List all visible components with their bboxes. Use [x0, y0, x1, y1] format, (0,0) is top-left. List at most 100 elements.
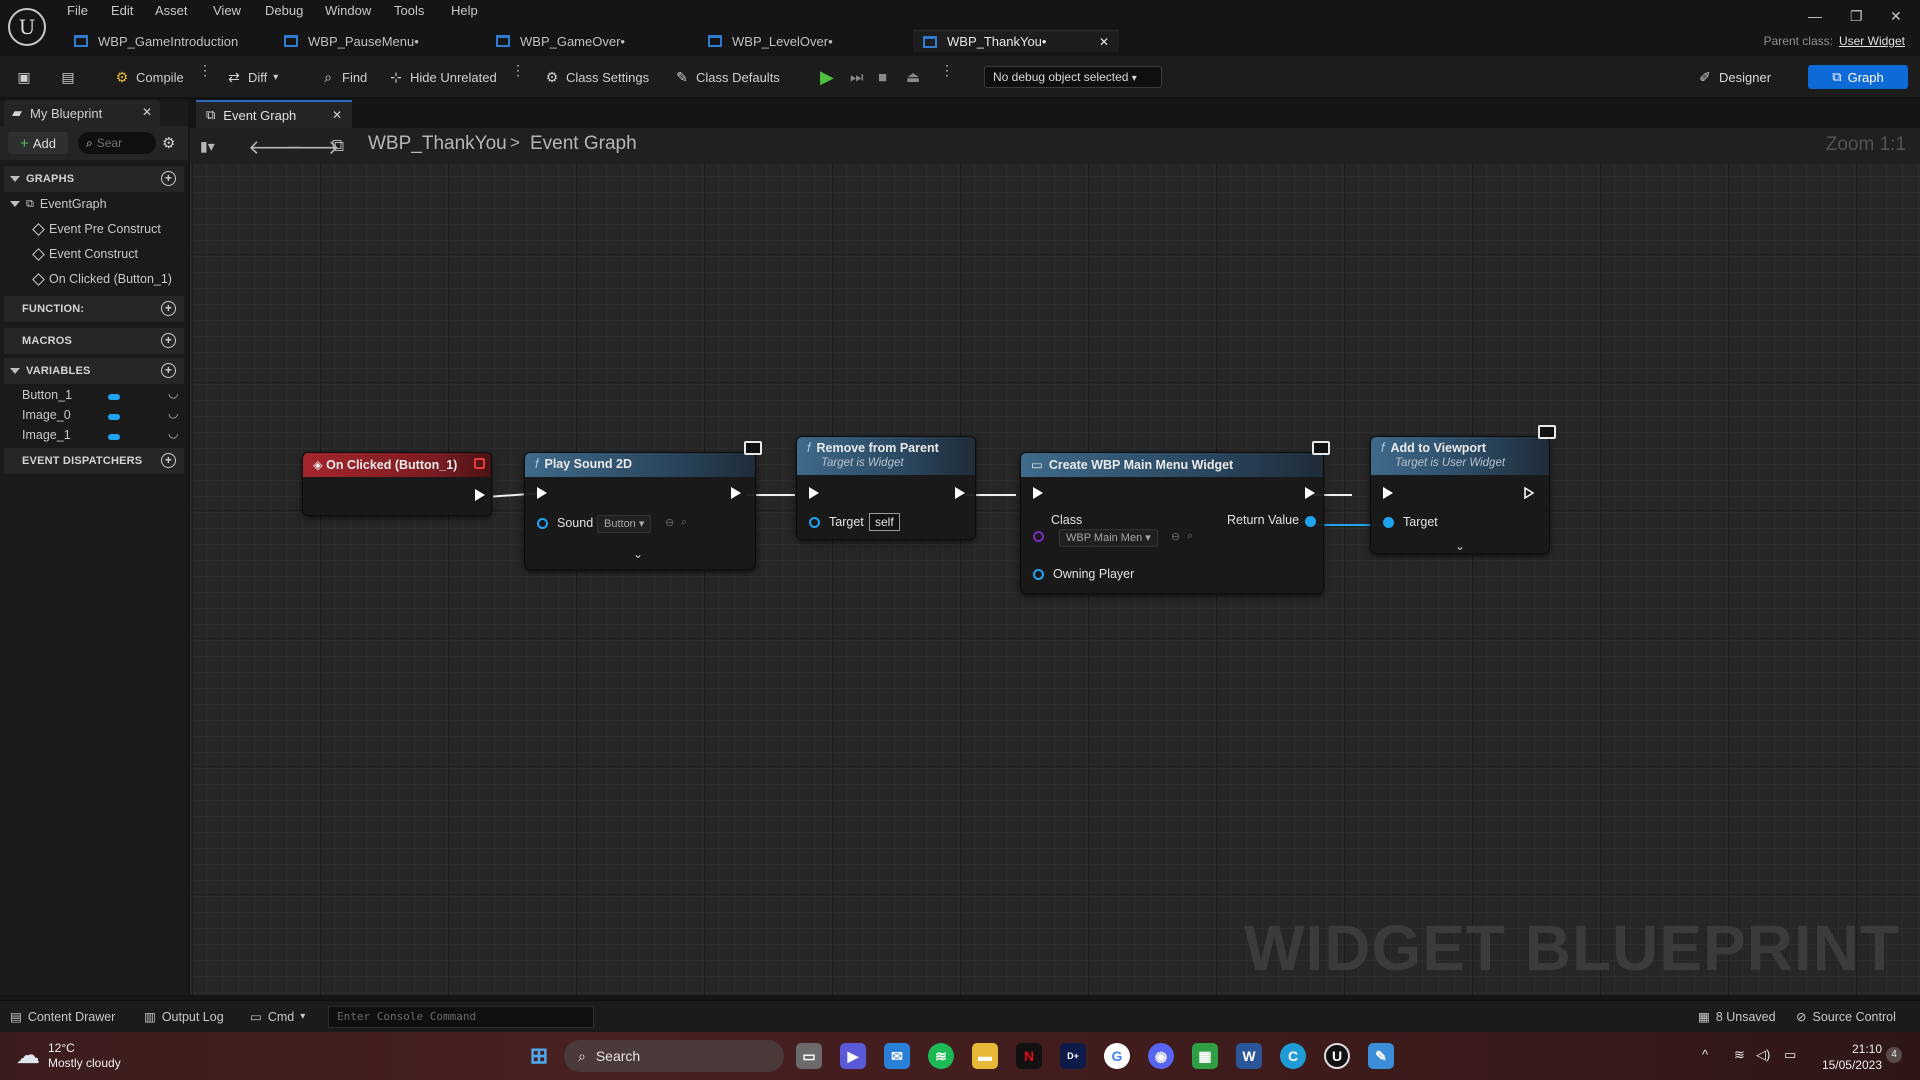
spotify-icon[interactable]: ≋	[928, 1043, 954, 1069]
sound-asset-combo[interactable]: Button ▾	[597, 515, 652, 533]
tab-wbp-thankyou[interactable]: WBP_ThankYou• ✕	[913, 30, 1119, 52]
node-add-to-viewport[interactable]: f Add to Viewport Target is User Widget Ta…	[1370, 436, 1550, 554]
graph-canvas[interactable]: ▮▾ 🡐 🡒 ⧉ WBP_ThankYou > Event Graph Zoom…	[190, 128, 1920, 995]
node-on-clicked[interactable]: ◈ On Clicked (Button_1)	[302, 452, 492, 516]
exec-output-pin[interactable]	[475, 489, 485, 501]
browser-icon[interactable]: C	[1280, 1043, 1306, 1069]
designer-button[interactable]: ✐ Designer	[1697, 65, 1771, 89]
use-asset-icon[interactable]: ⊖	[665, 516, 674, 529]
gear-icon[interactable]: ⚙	[162, 134, 175, 152]
console-input[interactable]: Enter Console Command	[328, 1006, 594, 1028]
class-input-pin[interactable]	[1033, 531, 1044, 542]
add-macro-icon[interactable]: +	[161, 333, 176, 348]
add-function-icon[interactable]: +	[161, 301, 176, 316]
tree-item-event-construct[interactable]: Event Construct	[32, 247, 138, 261]
volume-icon[interactable]: ◁)	[1756, 1047, 1770, 1063]
step-button[interactable]: ⏭	[850, 65, 864, 89]
word-icon[interactable]: W	[1236, 1043, 1262, 1069]
variables-section-header[interactable]: VARIABLES +	[4, 358, 184, 384]
add-graph-icon[interactable]: +	[161, 171, 176, 186]
eye-closed-icon[interactable]: ◡	[168, 386, 178, 400]
menu-edit[interactable]: Edit	[111, 3, 133, 18]
exec-output-pin[interactable]	[955, 487, 965, 499]
windows-start-icon[interactable]: ⊞	[526, 1043, 552, 1069]
disney-plus-icon[interactable]: D+	[1060, 1043, 1086, 1069]
graphs-section-header[interactable]: GRAPHS +	[4, 166, 184, 192]
exec-input-pin[interactable]	[809, 487, 819, 499]
google-icon[interactable]: G	[1104, 1043, 1130, 1069]
exec-input-pin[interactable]	[537, 487, 547, 499]
add-button[interactable]: + Add	[8, 132, 68, 154]
hide-unrelated-button[interactable]: ⊹ Hide Unrelated	[388, 65, 497, 89]
tab-my-blueprint[interactable]: ▰ My Blueprint ✕	[4, 100, 160, 126]
class-combo[interactable]: WBP Main Men ▾	[1059, 529, 1158, 547]
tab-wbp-gameover[interactable]: WBP_GameOver•	[496, 30, 625, 52]
owning-player-input-pin[interactable]	[1033, 569, 1044, 580]
eject-button[interactable]: ⏏	[906, 65, 920, 89]
teams-icon[interactable]: ▶	[840, 1043, 866, 1069]
tab-wbp-gameintroduction[interactable]: WBP_GameIntroduction	[74, 30, 238, 52]
parent-class-link[interactable]: User Widget	[1839, 34, 1905, 48]
target-self-value[interactable]: self	[869, 513, 900, 531]
unreal-engine-icon[interactable]: U	[1324, 1043, 1350, 1069]
breadcrumb-root[interactable]: WBP_ThankYou	[368, 133, 507, 155]
paint-icon[interactable]: ✎	[1368, 1043, 1394, 1069]
search-input[interactable]: ⌕ Sear	[78, 132, 156, 154]
save-button[interactable]: ▣	[16, 65, 32, 89]
variable-button-1[interactable]: Button_1	[22, 388, 72, 402]
content-drawer-button[interactable]: ▤ Content Drawer	[10, 1009, 115, 1025]
tab-event-graph[interactable]: ⧉ Event Graph ✕	[196, 100, 352, 128]
menu-view[interactable]: View	[213, 3, 241, 18]
bookmark-icon[interactable]: ▮▾	[200, 138, 215, 155]
menu-window[interactable]: Window	[325, 3, 371, 18]
task-view-icon[interactable]: ▭	[796, 1043, 822, 1069]
close-icon[interactable]: ✕	[332, 108, 342, 122]
source-control-button[interactable]: ⊘ Source Control	[1796, 1009, 1896, 1025]
file-explorer-icon[interactable]: ▬	[972, 1043, 998, 1069]
functions-section-header[interactable]: FUNCTION: +	[4, 296, 184, 322]
chevron-down-icon[interactable]: ⌄	[633, 547, 643, 561]
delegate-pin-icon[interactable]	[474, 458, 485, 469]
exec-output-pin[interactable]	[731, 487, 741, 499]
sound-input-pin[interactable]	[537, 518, 548, 529]
tree-item-event-pre-construct[interactable]: Event Pre Construct	[32, 222, 161, 236]
mail-icon[interactable]: ✉	[884, 1043, 910, 1069]
menu-debug[interactable]: Debug	[265, 3, 303, 18]
tree-item-eventgraph[interactable]: ⧉ EventGraph	[10, 197, 107, 211]
output-log-button[interactable]: ▥ Output Log	[144, 1009, 224, 1025]
eye-closed-icon[interactable]: ◡	[168, 406, 178, 420]
find-button[interactable]: ⌕ Find	[320, 65, 367, 89]
graph-button[interactable]: ⧉ Graph	[1808, 65, 1908, 89]
chevron-down-icon[interactable]: ⌄	[1455, 539, 1465, 553]
tree-item-on-clicked[interactable]: On Clicked (Button_1)	[32, 272, 172, 286]
discord-icon[interactable]: ◉	[1148, 1043, 1174, 1069]
node-play-sound-2d[interactable]: f Play Sound 2D Sound Button ▾ ⊖ ⌕ ⌄	[524, 452, 756, 570]
browse-asset-icon[interactable]: ⌕	[1187, 530, 1193, 543]
menu-help[interactable]: Help	[451, 3, 478, 18]
node-create-widget[interactable]: ▭ Create WBP Main Menu Widget Class WBP M…	[1020, 452, 1324, 594]
diff-button[interactable]: ⇄ Diff ▾	[226, 65, 278, 89]
debug-object-select[interactable]: No debug object selected ▾	[984, 66, 1162, 88]
browse-button[interactable]: ▤	[60, 65, 76, 89]
tab-wbp-levelover[interactable]: WBP_LevelOver•	[708, 30, 833, 52]
eye-closed-icon[interactable]: ◡	[168, 426, 178, 440]
node-remove-from-parent[interactable]: f Remove from Parent Target is Widget Targ…	[796, 436, 976, 540]
exec-output-pin[interactable]	[1305, 487, 1315, 499]
tab-wbp-pausemenu[interactable]: WBP_PauseMenu•	[284, 30, 419, 52]
return-value-output-pin[interactable]	[1305, 516, 1316, 527]
target-input-pin[interactable]	[809, 517, 820, 528]
play-options-icon[interactable]: ⋮	[940, 63, 954, 84]
chevron-up-icon[interactable]: ^	[1702, 1047, 1708, 1062]
sheets-icon[interactable]: ▦	[1192, 1043, 1218, 1069]
close-icon[interactable]: ✕	[1099, 35, 1109, 49]
exec-input-pin[interactable]	[1383, 487, 1393, 499]
class-defaults-button[interactable]: ✎ Class Defaults	[674, 65, 780, 89]
compile-button[interactable]: ⚙ Compile	[114, 65, 184, 89]
target-input-pin[interactable]	[1383, 517, 1394, 528]
compile-options-icon[interactable]: ⋮	[198, 63, 212, 84]
add-dispatcher-icon[interactable]: +	[161, 453, 176, 468]
cmd-dropdown[interactable]: ▭ Cmd ▾	[250, 1009, 305, 1025]
menu-file[interactable]: File	[67, 3, 88, 18]
restore-icon[interactable]: ❐	[1850, 8, 1863, 25]
weather-widget[interactable]: ☁ 12°C Mostly cloudy	[16, 1041, 121, 1071]
